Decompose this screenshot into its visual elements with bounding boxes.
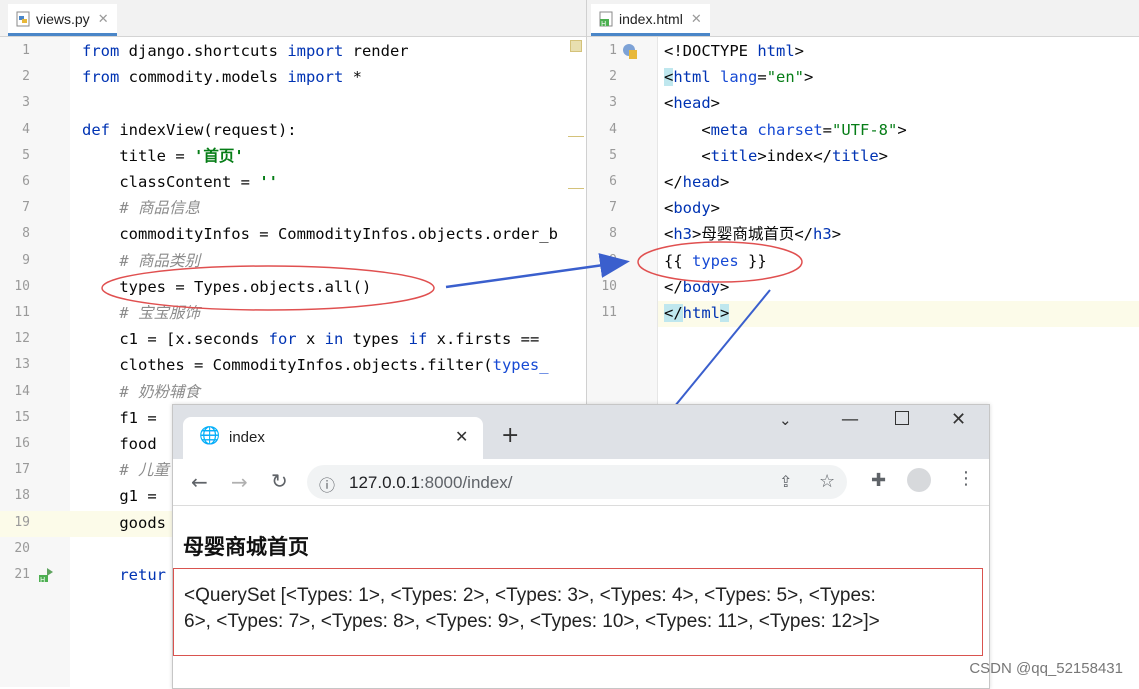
annotation-arrow bbox=[445, 253, 630, 289]
minimize-icon[interactable]: — bbox=[841, 409, 859, 430]
annotation-ellipse bbox=[637, 241, 803, 283]
more-menu-icon[interactable]: ⋮ bbox=[957, 468, 975, 489]
queryset-output: <QuerySet [<Types: 1>, <Types: 2>, <Type… bbox=[173, 568, 983, 656]
info-icon[interactable]: ⓘ bbox=[319, 472, 335, 496]
address-bar[interactable]: ⓘ 127.0.0.1:8000/index/ ⇪ ☆ bbox=[307, 465, 847, 499]
share-icon[interactable]: ⇪ bbox=[779, 472, 792, 491]
browser-tab-title: index bbox=[229, 429, 265, 446]
reload-icon[interactable]: ↻ bbox=[271, 469, 288, 493]
close-window-icon[interactable]: ✕ bbox=[951, 409, 966, 430]
browser-window[interactable]: 🌐 index ✕ + ⌄ — ✕ ← → ↻ ⓘ 127.0.0.1:8000… bbox=[172, 404, 990, 689]
globe-icon: 🌐 bbox=[199, 426, 221, 446]
url-path: :8000/index/ bbox=[419, 473, 513, 492]
url-host: 127.0.0.1 bbox=[349, 473, 420, 492]
page-heading: 母婴商城首页 bbox=[183, 536, 309, 559]
back-icon[interactable]: ← bbox=[191, 470, 208, 494]
chevron-down-icon[interactable]: ⌄ bbox=[779, 411, 792, 429]
bookmark-star-icon[interactable]: ☆ bbox=[819, 471, 835, 492]
annotation-ellipse bbox=[101, 265, 435, 311]
url-text[interactable]: 127.0.0.1:8000/index/ bbox=[349, 473, 513, 493]
profile-avatar-icon[interactable] bbox=[907, 468, 931, 492]
browser-tab[interactable]: 🌐 index ✕ bbox=[183, 417, 483, 459]
output-line: <QuerySet [<Types: 1>, <Types: 2>, <Type… bbox=[184, 585, 876, 606]
browser-titlebar: 🌐 index ✕ + ⌄ — ✕ bbox=[173, 405, 989, 459]
output-line: 6>, <Types: 7>, <Types: 8>, <Types: 9>, … bbox=[184, 611, 880, 632]
extensions-icon[interactable]: ✚ bbox=[871, 470, 886, 491]
new-tab-icon[interactable]: + bbox=[501, 423, 519, 448]
browser-toolbar: ← → ↻ ⓘ 127.0.0.1:8000/index/ ⇪ ☆ ✚ ⋮ bbox=[173, 459, 989, 506]
watermark: CSDN @qq_52158431 bbox=[969, 660, 1123, 677]
maximize-icon[interactable] bbox=[895, 411, 909, 425]
forward-icon[interactable]: → bbox=[231, 470, 248, 494]
close-tab-icon[interactable]: ✕ bbox=[455, 427, 468, 446]
